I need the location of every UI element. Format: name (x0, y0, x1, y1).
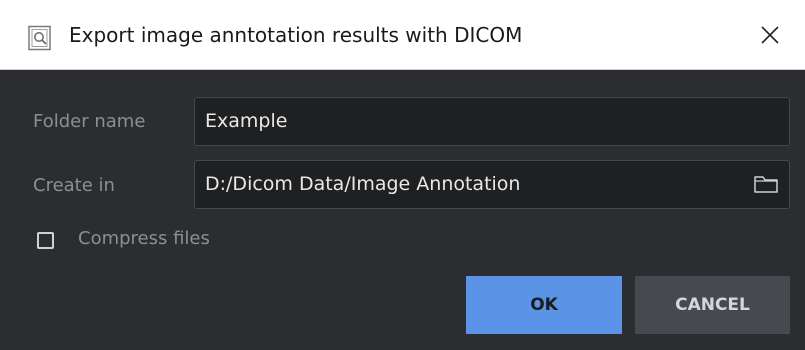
close-button[interactable] (735, 0, 805, 70)
window-title: Export image anntotation results with DI… (69, 23, 523, 47)
dialog-content: Folder name Example Create in D:/Dicom D… (0, 70, 805, 350)
magnifier-document-icon (28, 25, 51, 51)
create-in-label: Create in (33, 175, 115, 196)
folder-name-field[interactable]: Example (194, 97, 790, 146)
compress-checkbox[interactable] (37, 232, 54, 249)
compress-label[interactable]: Compress files (78, 228, 210, 249)
folder-name-label: Folder name (33, 111, 146, 132)
ok-button[interactable]: OK (466, 276, 622, 334)
cancel-button[interactable]: CANCEL (635, 276, 790, 334)
create-in-field[interactable]: D:/Dicom Data/Image Annotation (194, 160, 790, 209)
title-bar: Export image anntotation results with DI… (0, 0, 805, 70)
create-in-path: D:/Dicom Data/Image Annotation (205, 173, 521, 195)
close-icon (761, 26, 779, 44)
folder-icon[interactable] (753, 172, 779, 196)
